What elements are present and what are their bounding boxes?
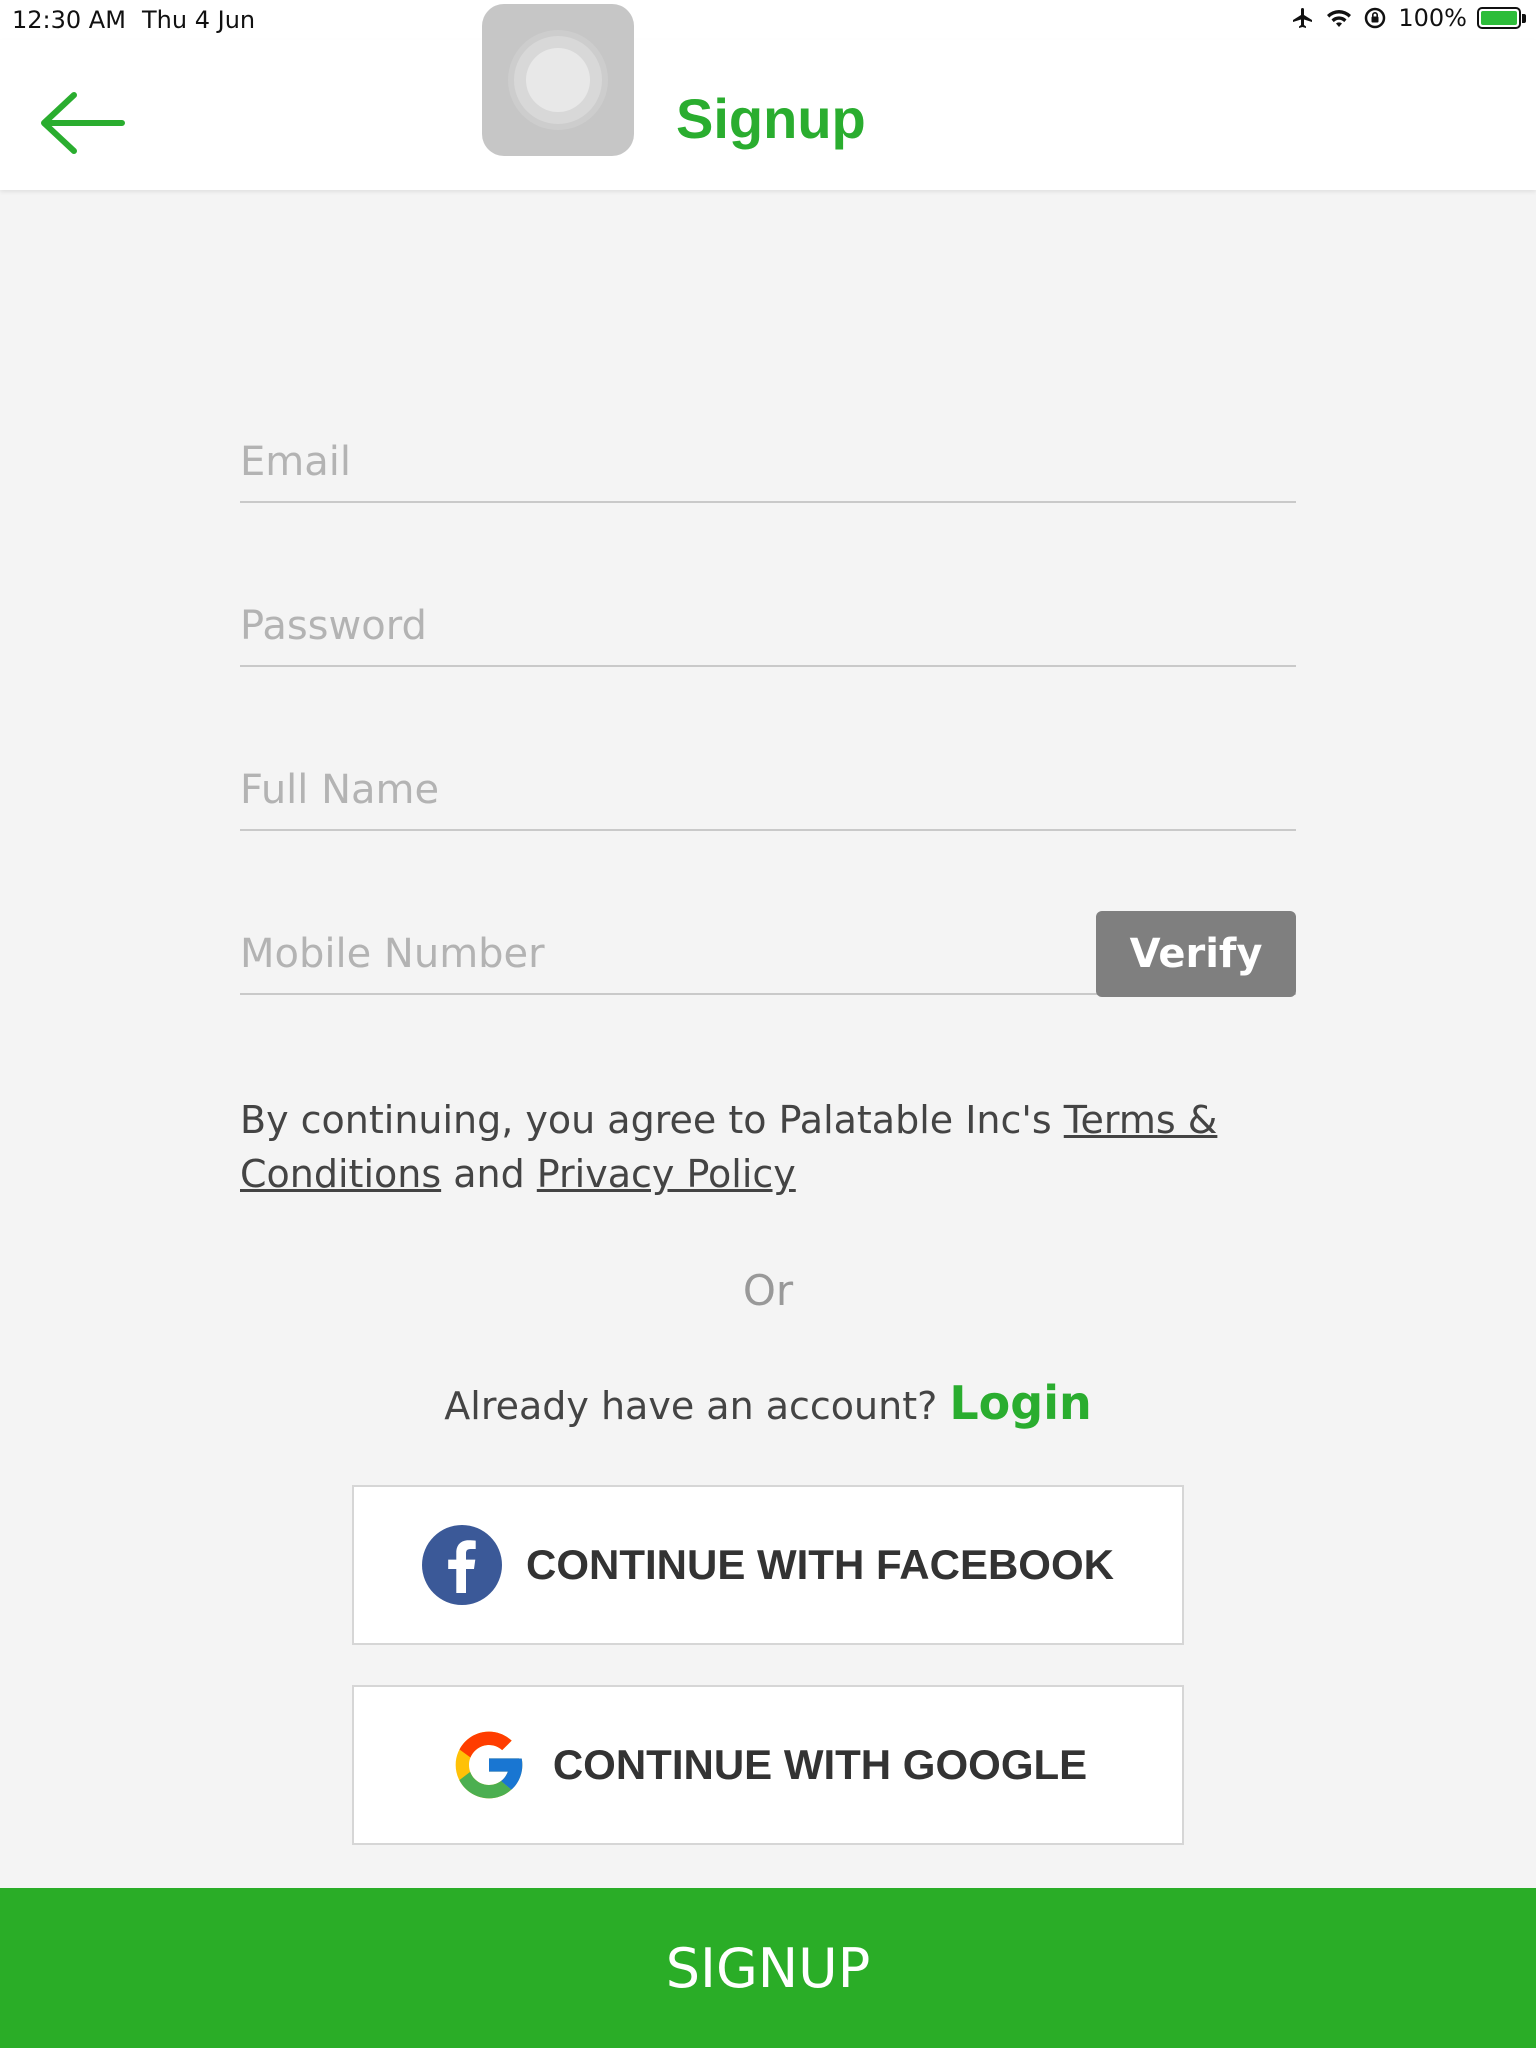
page-title: Signup bbox=[676, 87, 866, 150]
assistive-touch-button[interactable] bbox=[482, 4, 634, 156]
mobile-number-input[interactable] bbox=[240, 931, 1090, 977]
navigation-header: Signup bbox=[0, 4, 1536, 190]
facebook-icon bbox=[422, 1525, 502, 1605]
login-prompt: Already have an account? Login bbox=[0, 1376, 1536, 1430]
email-input[interactable] bbox=[240, 439, 1296, 485]
status-time: 12:30 AM bbox=[12, 6, 126, 34]
privacy-policy-link[interactable]: Privacy Policy bbox=[537, 1152, 796, 1196]
status-date: Thu 4 Jun bbox=[142, 6, 256, 34]
login-prompt-text: Already have an account? bbox=[444, 1384, 950, 1428]
continue-with-google-button[interactable]: CONTINUE WITH GOOGLE bbox=[352, 1685, 1184, 1845]
full-name-input[interactable] bbox=[240, 767, 1296, 813]
email-field-container bbox=[240, 423, 1296, 503]
or-divider: Or bbox=[742, 1266, 794, 1315]
arrow-left-icon bbox=[41, 92, 125, 154]
terms-text: By continuing, you agree to Palatable In… bbox=[240, 1093, 1320, 1201]
orientation-lock-icon bbox=[1362, 5, 1388, 31]
verify-button[interactable]: Verify bbox=[1096, 911, 1296, 997]
password-field-container bbox=[240, 587, 1296, 667]
fullname-field-container bbox=[240, 751, 1296, 831]
wifi-icon bbox=[1326, 5, 1352, 31]
continue-with-facebook-button[interactable]: CONTINUE WITH FACEBOOK bbox=[352, 1485, 1184, 1645]
google-label: CONTINUE WITH GOOGLE bbox=[552, 1741, 1088, 1788]
airplane-icon bbox=[1290, 5, 1316, 31]
terms-prefix: By continuing, you agree to Palatable In… bbox=[240, 1098, 1064, 1142]
password-input[interactable] bbox=[240, 603, 1296, 649]
battery-percent: 100% bbox=[1398, 4, 1467, 32]
google-icon bbox=[449, 1725, 529, 1805]
status-bar: 12:30 AM Thu 4 Jun 100% bbox=[0, 0, 1536, 40]
signup-button[interactable]: SIGNUP bbox=[0, 1888, 1536, 2048]
battery-icon bbox=[1477, 7, 1526, 29]
terms-and: and bbox=[441, 1152, 537, 1196]
login-link[interactable]: Login bbox=[949, 1376, 1091, 1430]
back-button[interactable] bbox=[38, 88, 128, 158]
status-icons: 100% bbox=[1290, 4, 1526, 32]
facebook-label: CONTINUE WITH FACEBOOK bbox=[526, 1541, 1114, 1588]
